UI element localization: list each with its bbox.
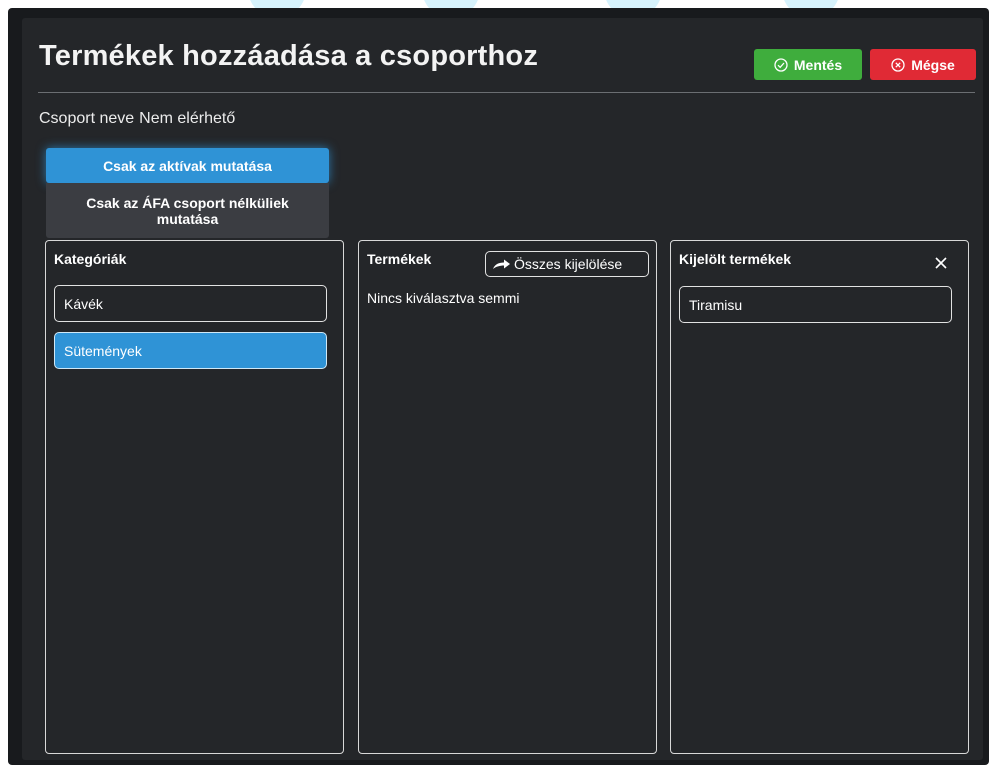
save-button[interactable]: Mentés bbox=[754, 49, 862, 80]
save-button-label: Mentés bbox=[793, 56, 843, 73]
empty-products-text: Nincs kiválasztva semmi bbox=[367, 290, 520, 306]
selected-product-item[interactable]: Tiramisu bbox=[679, 286, 952, 323]
categories-column: Kategóriák Kávék Sütemények bbox=[45, 240, 344, 754]
products-title: Termékek bbox=[367, 251, 432, 267]
select-all-button[interactable]: Összes kijelölése bbox=[485, 251, 649, 277]
filter-active-only-button[interactable]: Csak az aktívak mutatása bbox=[46, 148, 329, 183]
category-item-selected[interactable]: Sütemények bbox=[54, 332, 327, 369]
add-products-dialog: Termékek hozzáadása a csoporthoz Mentés … bbox=[8, 8, 989, 765]
title-divider bbox=[38, 92, 975, 93]
group-name-row: Csoport neve Nem elérhető bbox=[39, 110, 235, 128]
category-item[interactable]: Kávék bbox=[54, 285, 327, 322]
check-circle-icon bbox=[774, 57, 788, 72]
selected-products-column: Kijelölt termékek Tiramisu bbox=[670, 240, 969, 754]
dialog-panel: Termékek hozzáadása a csoporthoz Mentés … bbox=[22, 18, 983, 760]
cancel-button-label: Mégse bbox=[911, 56, 955, 73]
group-name-value: Nem elérhető bbox=[139, 110, 236, 127]
products-column: Termékek Összes kijelölése Nincs kiválas… bbox=[358, 240, 657, 754]
x-circle-icon bbox=[891, 57, 905, 72]
selected-products-title: Kijelölt termékek bbox=[679, 251, 792, 267]
close-icon[interactable] bbox=[933, 255, 949, 271]
select-all-label: Összes kijelölése bbox=[514, 256, 623, 272]
page-title: Termékek hozzáadása a csoporthoz bbox=[39, 40, 539, 72]
group-name-label: Csoport neve bbox=[39, 110, 135, 127]
share-arrow-icon bbox=[493, 259, 510, 269]
categories-title: Kategóriák bbox=[54, 251, 127, 267]
cancel-button[interactable]: Mégse bbox=[870, 49, 976, 80]
filter-no-vat-group-button[interactable]: Csak az ÁFA csoport nélküliek mutatása bbox=[46, 183, 329, 238]
